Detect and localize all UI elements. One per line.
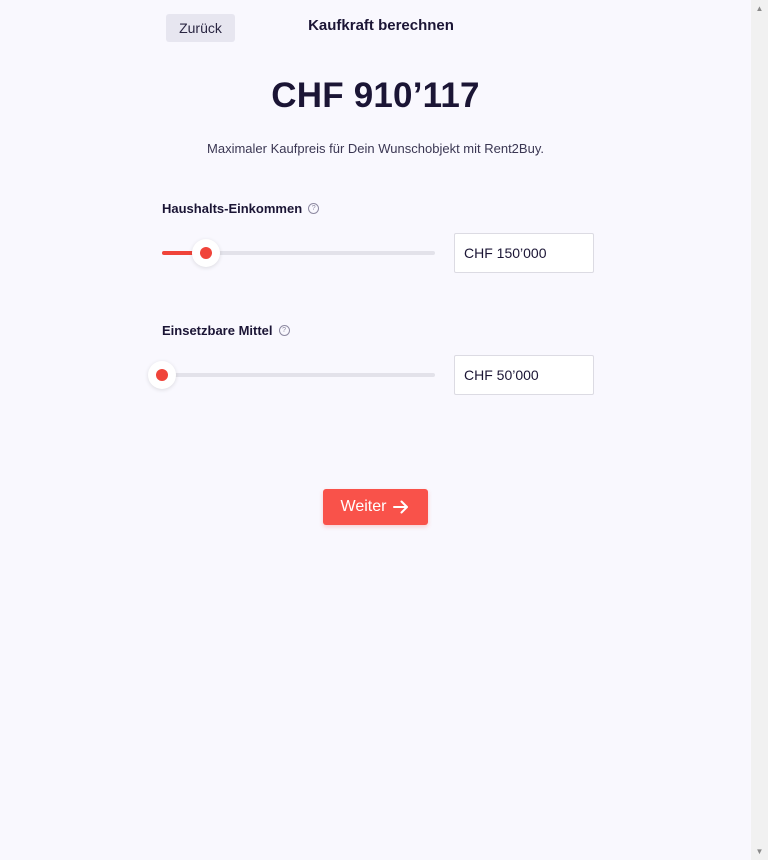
purchase-power-amount: CHF 910’117 [271, 76, 480, 115]
funds-label-text: Einsetzbare Mittel [162, 323, 273, 338]
scroll-up-icon[interactable]: ▲ [751, 0, 768, 17]
income-label: Haushalts-Einkommen ? [162, 201, 320, 216]
help-icon[interactable]: ? [278, 325, 290, 336]
income-input[interactable] [454, 233, 594, 273]
next-button-label: Weiter [340, 498, 387, 515]
scroll-down-icon[interactable]: ▼ [751, 843, 768, 860]
funds-slider[interactable] [148, 361, 435, 389]
income-label-text: Haushalts-Einkommen [162, 201, 303, 216]
arrow-right-icon [392, 498, 410, 516]
page-title: Kaufkraft berechnen [308, 17, 454, 34]
help-icon[interactable]: ? [308, 203, 320, 214]
next-button[interactable]: Weiter [323, 489, 428, 525]
funds-slider-thumb[interactable] [148, 361, 176, 389]
income-slider[interactable] [162, 239, 435, 267]
page: Zurück Kaufkraft berechnen CHF 910’117 M… [0, 0, 751, 860]
scrollbar[interactable]: ▲ ▼ [751, 0, 768, 860]
funds-label: Einsetzbare Mittel ? [162, 323, 290, 338]
funds-input[interactable] [454, 355, 594, 395]
income-slider-thumb[interactable] [191, 239, 220, 267]
purchase-power-description: Maximaler Kaufpreis für Dein Wunschobjek… [207, 141, 544, 156]
back-button[interactable]: Zurück [166, 14, 235, 42]
